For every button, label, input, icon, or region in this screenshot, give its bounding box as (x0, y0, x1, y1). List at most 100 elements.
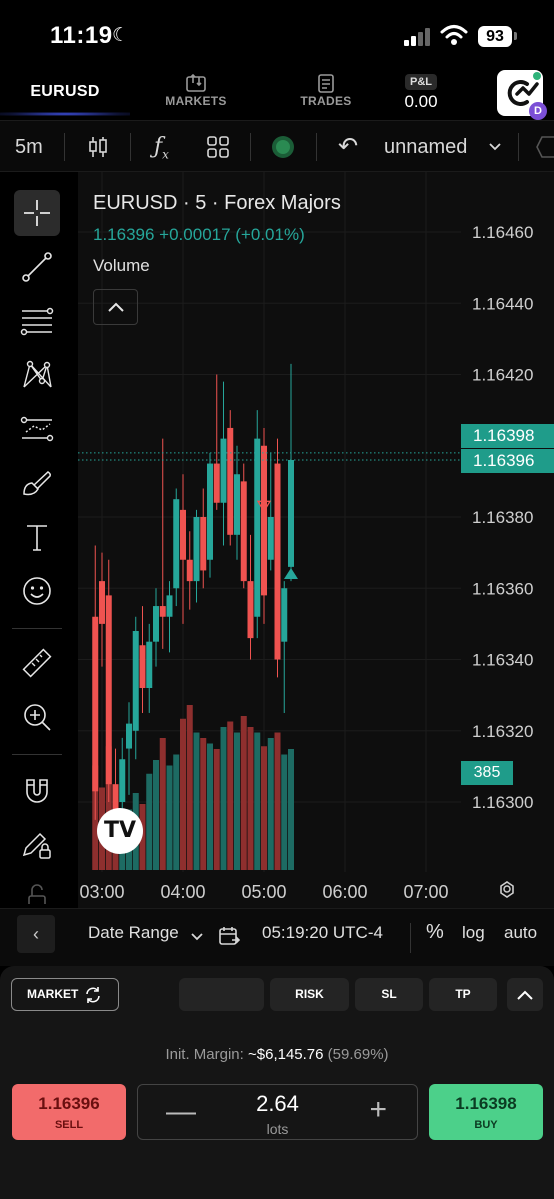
take-profit-button[interactable]: TP (429, 978, 497, 1011)
candle-body (180, 509, 186, 560)
undo-icon[interactable]: ↶ (338, 121, 358, 173)
collapse-legend-button[interactable] (93, 289, 138, 325)
tab-markets[interactable]: MARKETS (160, 66, 232, 116)
trend-line-tool[interactable] (14, 244, 60, 290)
buy-marker (284, 568, 298, 579)
tab-symbol[interactable]: EURUSD (0, 66, 130, 116)
pattern-tool[interactable] (14, 352, 60, 398)
brush-tool[interactable] (14, 460, 60, 506)
volume-bar (274, 732, 281, 870)
account-badge: D (529, 102, 547, 120)
initial-margin: Init. Margin: ~$6,145.76 (59.69%) (0, 1046, 554, 1063)
buy-price: 1.16398 (455, 1094, 517, 1113)
forecast-icon (20, 416, 54, 442)
volume-indicator-label[interactable]: Volume (93, 256, 150, 276)
time-axis-label: 04:00 (160, 882, 205, 902)
risk-button[interactable]: RISK (270, 978, 349, 1011)
prediction-tool[interactable] (14, 406, 60, 452)
collapse-toolbar-button[interactable]: ‹ (17, 915, 55, 953)
markets-icon (186, 73, 206, 92)
candle-body (281, 588, 288, 642)
order-type-button[interactable]: MARKET (11, 978, 119, 1011)
candle-body (227, 427, 234, 535)
layout-name[interactable]: unnamed (384, 121, 467, 173)
lock-drawings-tool[interactable] (14, 822, 60, 868)
volume-bar (220, 727, 227, 870)
volume-bar (281, 754, 288, 870)
chart-canvas[interactable]: 1.16460 1.16440 1.16420 1.16380 1.16360 1.163… (78, 172, 554, 908)
ruler-tool[interactable] (14, 640, 60, 686)
volume-bar (213, 749, 220, 870)
zoom-tool[interactable] (14, 694, 60, 740)
ask-price-tag: 1.16398 (461, 424, 554, 448)
auto-scale-toggle[interactable]: auto (504, 923, 537, 943)
chevron-down-icon[interactable] (190, 931, 204, 943)
stop-loss-button[interactable]: SL (355, 978, 423, 1011)
candle-body (186, 559, 193, 582)
volume-bar (240, 716, 247, 870)
emoji-tool[interactable] (14, 568, 60, 614)
settings-hex-icon[interactable] (536, 136, 554, 158)
app-logo[interactable]: D (497, 70, 547, 120)
sell-button[interactable]: 1.16396 SELL (12, 1084, 126, 1140)
bar-divider (410, 923, 411, 953)
buy-button[interactable]: 1.16398 BUY (429, 1084, 543, 1140)
chart-clock[interactable]: 05:19:20 UTC-4 (262, 923, 383, 943)
expand-order-button[interactable] (507, 978, 543, 1011)
order-option-blank[interactable] (179, 978, 264, 1011)
magnet-tool[interactable] (14, 768, 60, 814)
candle-body (247, 581, 254, 639)
margin-percent: (59.69%) (327, 1046, 389, 1063)
candle-body (166, 595, 173, 617)
lots-stepper: — 2.64 lots + (137, 1084, 418, 1140)
candle-body (274, 463, 281, 660)
candle-body (159, 606, 166, 617)
tab-markets-label: MARKETS (165, 94, 227, 108)
text-tool[interactable] (14, 514, 60, 560)
log-scale-toggle[interactable]: log (462, 923, 485, 943)
fib-tool[interactable] (14, 298, 60, 344)
replay-record-icon[interactable] (272, 136, 294, 158)
indicators-icon[interactable]: ƒx (154, 121, 169, 173)
candle-body (153, 606, 159, 642)
tool-divider (12, 754, 62, 755)
percent-scale-toggle[interactable]: % (426, 921, 444, 944)
chevron-down-icon[interactable] (488, 141, 502, 153)
volume-bar (159, 738, 166, 870)
volume-bar (267, 738, 274, 870)
candles-icon[interactable] (86, 135, 110, 159)
tradingview-logo[interactable]: TV (97, 808, 143, 854)
volume-bar (207, 743, 213, 870)
chart-symbol-title[interactable]: EURUSD · 5 · Forex Majors (93, 192, 341, 215)
date-range-selector[interactable]: Date Range (88, 923, 179, 943)
time-axis-label: 05:00 (241, 882, 286, 902)
candle-body (234, 474, 240, 535)
trend-line-icon (22, 252, 52, 282)
increase-lots-button[interactable]: + (369, 1093, 387, 1127)
calendar-goto-icon[interactable] (218, 925, 240, 947)
sell-label: SELL (54, 1119, 84, 1131)
time-axis-label: 06:00 (322, 882, 367, 902)
volume-bar (254, 732, 261, 870)
candle-body (112, 784, 119, 810)
trades-icon (318, 74, 334, 93)
fib-retracement-icon (20, 307, 54, 336)
toolbar-divider (518, 133, 519, 161)
buy-label: BUY (474, 1119, 498, 1131)
tab-trades-label: TRADES (300, 94, 352, 108)
toolbar-divider (64, 133, 65, 161)
magnet-icon (26, 779, 48, 803)
tab-trades[interactable]: TRADES (294, 66, 358, 116)
crosshair-tool[interactable] (14, 190, 60, 236)
chart-settings-icon[interactable] (500, 881, 514, 898)
layout-grid-icon[interactable] (206, 135, 230, 159)
interval-selector[interactable]: 5m (15, 121, 43, 173)
candle-body (267, 517, 274, 560)
pnl-summary[interactable]: P&L 0.00 (400, 72, 442, 112)
price-axis-label: 1.16380 (472, 508, 533, 527)
unlock-tool[interactable] (14, 876, 60, 904)
wifi-icon (440, 25, 468, 45)
tab-symbol-label: EURUSD (30, 83, 100, 100)
price-axis-label: 1.16440 (472, 294, 533, 313)
price-chart[interactable]: 1.16460 1.16440 1.16420 1.16380 1.16360 1.163… (78, 172, 554, 908)
